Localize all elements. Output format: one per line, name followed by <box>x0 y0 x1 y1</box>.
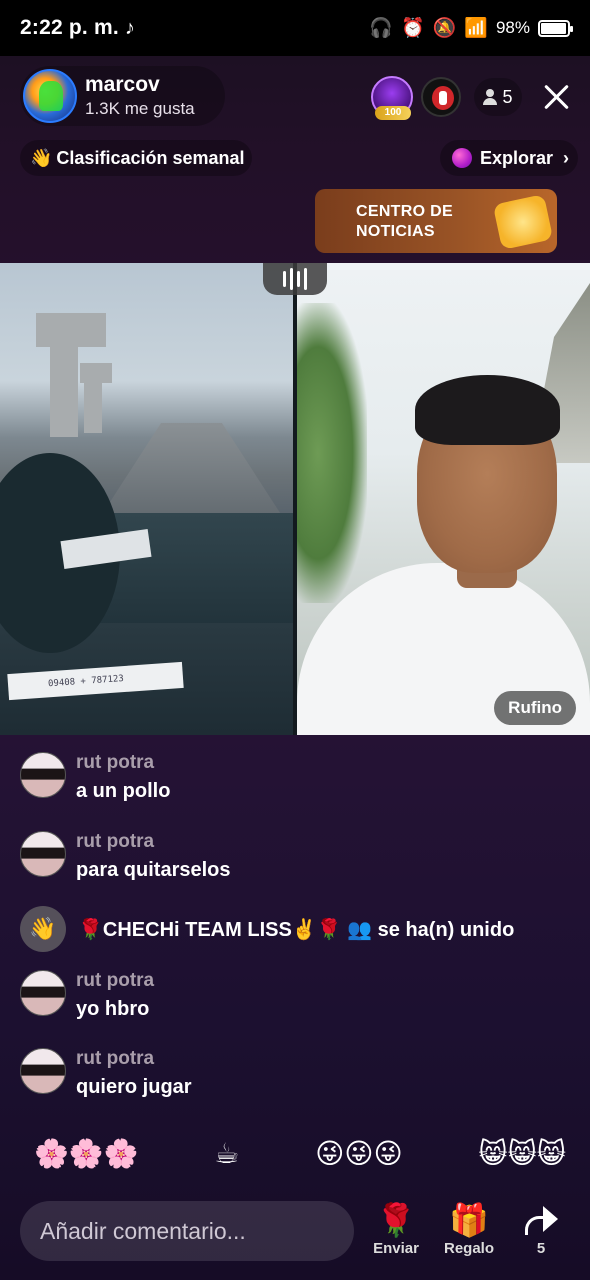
quick-reaction-cat[interactable]: 😸😸😸 <box>464 1134 580 1174</box>
quick-reaction-flowers[interactable]: 🌸🌸🌸 <box>20 1134 153 1174</box>
viewer-count-button[interactable]: 5 <box>474 78 522 116</box>
host-likes: 1.3K me gusta <box>85 99 195 118</box>
chat-message[interactable]: rut potra a un pollo <box>20 752 170 803</box>
battery-percent: 98% <box>495 18 530 37</box>
live-video[interactable]: 09408 + 787123 Rufino <box>0 263 590 735</box>
news-title-line2: NOTICIAS <box>356 223 435 240</box>
gift-button[interactable]: 🎁 Regalo <box>437 1200 501 1257</box>
comment-input[interactable]: Añadir comentario... <box>20 1201 354 1261</box>
chevron-right-icon: › <box>563 147 570 168</box>
viewer-count: 5 <box>502 86 513 107</box>
send-label: Enviar <box>373 1240 419 1257</box>
chat-username[interactable]: rut potra <box>76 752 170 774</box>
avatar[interactable] <box>20 1048 66 1094</box>
join-event[interactable]: 👋 🌹CHECHi TEAM LISS✌️🌹 👥 se ha(n) unido <box>20 906 514 952</box>
chat-text: a un pollo <box>76 780 171 802</box>
guest-video[interactable]: Rufino <box>297 263 590 735</box>
host-video[interactable]: 09408 + 787123 <box>0 263 293 735</box>
host-card[interactable]: marcov 1.3K me gusta <box>20 66 225 126</box>
host-name: marcov <box>85 73 160 96</box>
avatar[interactable] <box>20 970 66 1016</box>
headphones-icon: 🎧 <box>369 18 393 39</box>
chat-username[interactable]: rut potra <box>76 1048 192 1070</box>
status-icons: 🎧 ⏰ 🔕 📶 98% <box>369 16 573 40</box>
quick-reactions: 🌸🌸🌸 ☕ 😜😜😜 😸😸😸 <box>20 1134 580 1174</box>
tiktok-notification-icon: ♪ <box>124 16 135 39</box>
gift-icon: 🎁 <box>449 1202 489 1238</box>
level-badge: 100 <box>375 106 411 120</box>
gift-label: Regalo <box>443 1240 494 1257</box>
share-icon <box>523 1204 559 1236</box>
chat-username[interactable]: rut potra <box>76 970 154 992</box>
share-button[interactable]: 5 <box>509 1200 573 1257</box>
news-title-line1: CENTRO DE <box>356 203 453 220</box>
send-rose-button[interactable]: 🌹 Enviar <box>364 1200 428 1257</box>
chat-text: yo hbro <box>76 998 150 1020</box>
chat-username[interactable]: rut potra <box>76 831 231 853</box>
quick-reaction-wink[interactable]: 😜😜😜 <box>301 1134 417 1174</box>
viewer-avatar[interactable] <box>421 77 461 117</box>
explore-label: Explorar <box>480 147 554 168</box>
tiktok-live-logo <box>492 194 554 250</box>
chat-message[interactable]: rut potra para quitarselos <box>20 831 231 882</box>
alarm-icon: ⏰ <box>400 18 425 39</box>
user-icon: 👥 <box>347 918 373 941</box>
top-viewer-avatar[interactable]: 100 <box>371 76 413 120</box>
chat-text: quiero jugar <box>76 1076 192 1098</box>
guest-name-tag[interactable]: Rufino <box>494 691 576 725</box>
host-avatar[interactable] <box>23 69 77 123</box>
weekly-ranking-label: Clasificación semanal <box>56 147 245 168</box>
layout-toggle-handle[interactable] <box>263 263 327 295</box>
status-bar: 2:22 p. m. ♪ 🎧 ⏰ 🔕 📶 98% <box>0 0 590 56</box>
avatar[interactable] <box>20 831 66 877</box>
chat-message[interactable]: rut potra yo hbro <box>20 970 154 1021</box>
close-button[interactable] <box>540 80 574 114</box>
gem-icon <box>452 148 472 168</box>
person-icon <box>483 89 498 105</box>
wifi-icon: 📶 <box>464 18 488 39</box>
quick-reaction-coffee[interactable]: ☕ <box>200 1134 253 1174</box>
share-count: 5 <box>536 1240 546 1257</box>
status-time: 2:22 p. m. <box>20 16 119 39</box>
chat-message[interactable]: rut potra quiero jugar <box>20 1048 192 1099</box>
wave-icon: 👋 <box>20 906 66 952</box>
joined-user-name[interactable]: 🌹CHECHi TEAM LISS✌️🌹 <box>78 919 342 941</box>
joined-suffix: se ha(n) unido <box>377 918 515 941</box>
explore-button[interactable]: Explorar › <box>440 140 578 176</box>
news-center-banner[interactable]: CENTRO DE NOTICIAS <box>315 189 557 253</box>
battery-icon <box>538 19 573 37</box>
weekly-ranking-button[interactable]: 👋 Clasificación semanal <box>20 140 252 176</box>
hand-icon: 👋 <box>30 147 53 168</box>
mute-icon: 🔕 <box>432 18 457 39</box>
rose-icon: 🌹 <box>376 1202 416 1238</box>
chat-text: para quitarselos <box>76 859 231 881</box>
avatar[interactable] <box>20 752 66 798</box>
